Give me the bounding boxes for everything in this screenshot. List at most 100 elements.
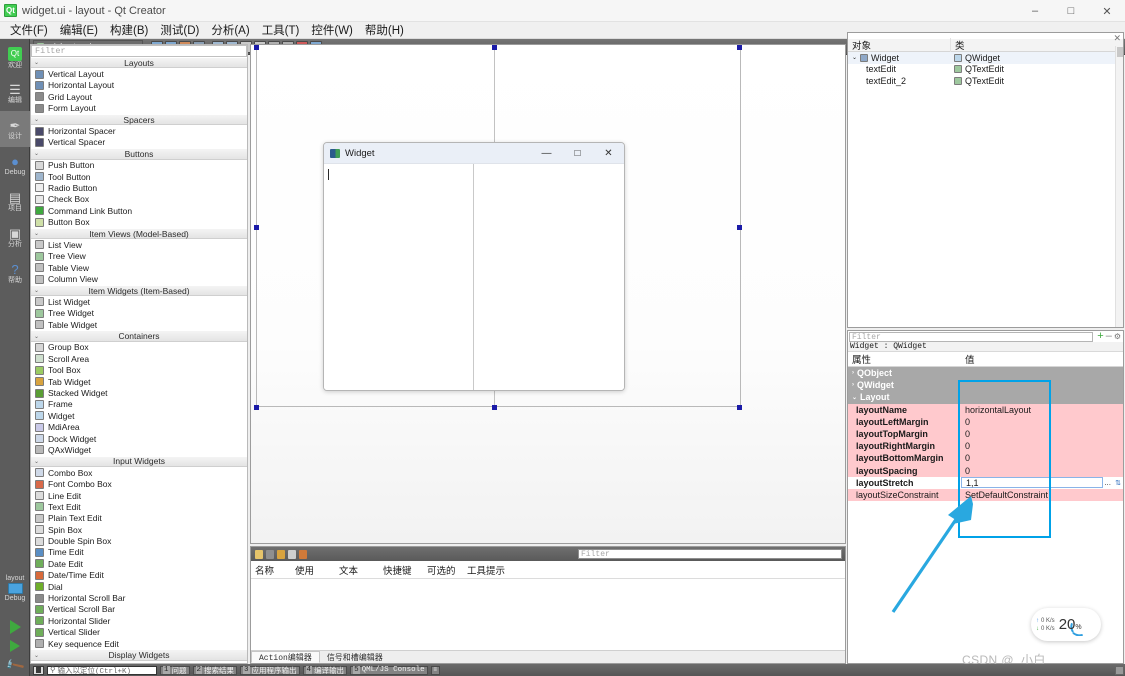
widget-box-item[interactable]: Command Link Button <box>31 205 247 217</box>
property-group-header[interactable]: › QWidget <box>848 379 1123 392</box>
widget-box-item[interactable]: Tool Button <box>31 170 247 183</box>
action-editor-tab[interactable]: 信号和槽编辑器 <box>320 651 390 663</box>
widget-box-item[interactable]: Table Widget <box>31 318 247 331</box>
menu-file[interactable]: 文件(F) <box>4 21 54 39</box>
action-column-header[interactable]: 名称 <box>251 563 295 577</box>
property-row[interactable]: layoutSizeConstraint SetDefaultConstraint <box>848 488 1123 502</box>
widget-box-item[interactable]: Date/Time Edit <box>31 569 247 581</box>
object-inspector-close-icon[interactable]: ✕ <box>1113 33 1121 44</box>
action-editor-filter-input[interactable]: Filter <box>578 549 842 559</box>
menu-build[interactable]: 构建(B) <box>104 21 154 39</box>
action-column-header[interactable]: 工具提示 <box>467 563 527 577</box>
more-panes-icon[interactable]: ≡ <box>430 665 440 675</box>
widget-box-item[interactable]: Tree Widget <box>31 307 247 319</box>
widget-box-item[interactable]: Button Box <box>31 216 247 228</box>
widget-box-item[interactable]: Tab Widget <box>31 375 247 388</box>
widget-group-header[interactable]: ⌄ Display Widgets <box>31 649 247 661</box>
widget-box-item[interactable]: Font Combo Box <box>31 478 247 490</box>
widget-box-item[interactable]: Scroll Area <box>31 353 247 365</box>
output-pane-button[interactable]: 4 编译输出 <box>302 665 348 676</box>
property-group-header[interactable]: ⌄ Layout <box>848 391 1123 404</box>
widget-box-item[interactable]: Spin Box <box>31 524 247 536</box>
mode-projects[interactable]: ▤ 项目 <box>0 183 30 219</box>
widget-box-item[interactable]: Widget <box>31 410 247 422</box>
selection-handle-bottom-right[interactable] <box>737 405 742 410</box>
widget-box-item[interactable]: Plain Text Edit <box>31 512 247 525</box>
corner-resize-grip[interactable] <box>1115 666 1124 675</box>
widget-box-item[interactable]: Tool Box <box>31 364 247 376</box>
widget-group-header[interactable]: ⌄ Item Widgets (Item-Based) <box>31 284 247 297</box>
property-spinner-icon[interactable]: ⇅ <box>1115 479 1121 487</box>
maximize-button[interactable]: □ <box>1053 0 1089 22</box>
widget-box-item[interactable]: Horizontal Layout <box>31 79 247 92</box>
property-value[interactable]: horizontalLayout <box>961 405 1123 415</box>
property-row[interactable]: layoutStretch 1,1... ⇅ <box>848 476 1123 489</box>
delete-action-icon[interactable] <box>288 549 296 559</box>
widget-box-item[interactable]: Line Edit <box>31 489 247 502</box>
mode-edit[interactable]: ☰ 编辑 <box>0 75 30 111</box>
preview-text-edit-left[interactable] <box>324 164 474 390</box>
mode-design[interactable]: ✒ 设计 <box>0 111 30 147</box>
widget-group-header[interactable]: ⌄ Layouts <box>31 57 247 69</box>
property-group-header[interactable]: › QObject <box>848 367 1123 380</box>
widget-box-item[interactable]: Group Box <box>31 341 247 354</box>
new-action-icon[interactable] <box>255 549 263 559</box>
menu-help[interactable]: 帮助(H) <box>359 21 410 39</box>
widget-box-item[interactable]: Table View <box>31 262 247 274</box>
property-value[interactable]: 0 <box>961 417 1123 427</box>
add-property-icon[interactable]: + <box>1097 331 1103 342</box>
kit-selector[interactable]: layout Debug <box>0 575 30 602</box>
chevron-down-icon[interactable]: ⌄ <box>34 150 39 157</box>
property-filter-input[interactable]: Filter <box>849 332 1093 342</box>
widget-group-header[interactable]: ⌄ Spacers <box>31 113 247 126</box>
widget-box-item[interactable]: Time Edit <box>31 546 247 559</box>
build-hammer-icon[interactable]: 🔨 <box>4 655 26 676</box>
property-browse-button[interactable]: ... <box>1104 478 1111 487</box>
object-inspector-row[interactable]: ⌄ Widget QWidget <box>848 52 1123 64</box>
preview-minimize-button[interactable]: — <box>531 143 562 164</box>
property-row[interactable]: layoutBottomMargin 0 <box>848 452 1123 465</box>
widget-preview-window[interactable]: Widget — □ ✕ <box>323 142 625 391</box>
menu-analyze[interactable]: 分析(A) <box>205 21 255 39</box>
property-value[interactable]: 0 <box>961 466 1123 476</box>
widget-box-item[interactable]: Horizontal Slider <box>31 615 247 627</box>
mode-welcome[interactable]: Qt 欢迎 <box>0 39 30 75</box>
widget-group-header[interactable]: ⌄ Input Widgets <box>31 455 247 468</box>
output-pane-button[interactable]: 3 应用程序输出 <box>240 665 300 676</box>
action-column-header[interactable]: 可选的 <box>427 563 467 577</box>
widget-box-item[interactable]: List Widget <box>31 296 247 308</box>
widget-group-header[interactable]: ⌄ Containers <box>31 330 247 342</box>
edit-action-icon[interactable] <box>266 549 274 559</box>
widget-box-item[interactable]: MdiArea <box>31 421 247 433</box>
selection-handle-mid-left[interactable] <box>254 225 259 230</box>
chevron-down-icon[interactable]: ⌄ <box>34 652 39 659</box>
minimize-button[interactable]: – <box>1017 0 1053 22</box>
widget-box-item[interactable]: Key sequence Edit <box>31 637 247 650</box>
property-value[interactable]: 0 <box>961 453 1123 463</box>
action-editor-tab[interactable]: Action编辑器 <box>251 651 320 663</box>
widget-box-item[interactable]: Vertical Slider <box>31 626 247 638</box>
expander-icon[interactable]: › <box>852 370 854 376</box>
chevron-down-icon[interactable]: ⌄ <box>34 287 39 294</box>
widget-box-item[interactable]: Dock Widget <box>31 432 247 445</box>
widget-box-item[interactable]: Dial <box>31 580 247 593</box>
selection-handle-bottom-center[interactable] <box>492 405 497 410</box>
debug-button-icon[interactable] <box>10 640 20 652</box>
widget-box-item[interactable]: Radio Button <box>31 182 247 194</box>
selection-handle-top-center[interactable] <box>492 45 497 50</box>
chevron-down-icon[interactable]: ⌄ <box>34 59 39 66</box>
preview-maximize-button[interactable]: □ <box>562 143 593 164</box>
widget-group-header[interactable]: ⌄ Buttons <box>31 148 247 160</box>
widget-box-filter-input[interactable]: Filter <box>31 45 247 57</box>
mode-analyze[interactable]: ▣ 分析 <box>0 219 30 255</box>
preview-text-edit-right[interactable] <box>474 164 624 390</box>
widget-box-item[interactable]: Vertical Scroll Bar <box>31 603 247 616</box>
expander-icon[interactable]: ⌄ <box>852 394 857 401</box>
menu-edit[interactable]: 编辑(E) <box>54 21 104 39</box>
object-inspector-row[interactable]: textEdit_2 QTextEdit <box>848 75 1123 87</box>
output-pane-button[interactable]: 2 搜索结果 <box>192 665 238 676</box>
chevron-down-icon[interactable]: ⌄ <box>34 230 39 237</box>
widget-box-item[interactable]: Check Box <box>31 193 247 206</box>
object-inspector-row[interactable]: textEdit QTextEdit <box>848 64 1123 76</box>
widget-box-item[interactable]: Tree View <box>31 250 247 263</box>
